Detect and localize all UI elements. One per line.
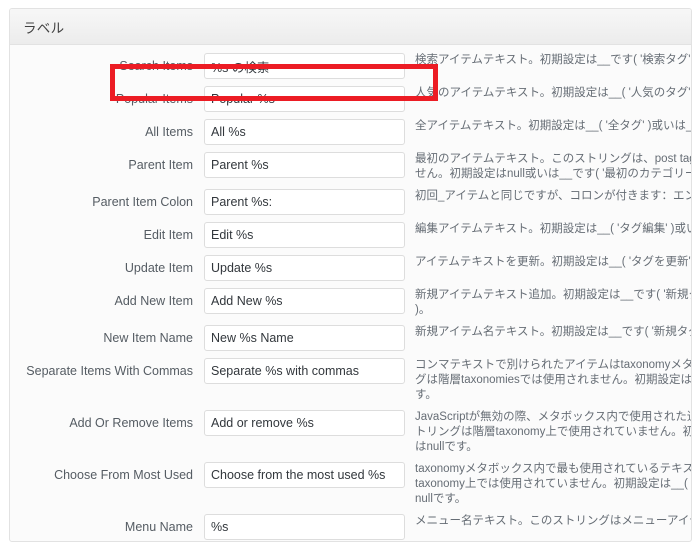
form-row: Menu Name メニュー名テキスト。このストリングはメニューアイテムのラベルと… xyxy=(10,514,691,540)
row-description: 最初のアイテムテキスト。このストリングは、post tag(投稿タグ)では使用さ… xyxy=(405,152,691,182)
description-line: 検索アイテムテキスト。初期設定は__です( '検索タグ' )。 xyxy=(415,54,691,66)
row-description: コンマテキストで別けられたアイテムはtaxonomyメタボックス内で使用。このス… xyxy=(405,358,691,403)
description-line: アイテムテキストを更新。初期設定は__( 'タグを更新' )或いは__です。 xyxy=(415,256,691,268)
row-description: JavaScriptが無効の際、メタボックス内で使用された追加や削除アイテム。こ… xyxy=(405,410,691,455)
row-label: Parent Item xyxy=(128,158,193,172)
row-field xyxy=(204,86,405,112)
label-text-input[interactable] xyxy=(204,410,405,436)
form-row: Search Items 検索アイテムテキスト。初期設定は__です( '検索タグ'… xyxy=(10,53,691,79)
description-line: せん。初期設定はnull或いは__です( '最初のカテゴリー' )。 xyxy=(415,168,691,180)
description-line: 最初のアイテムテキスト。このストリングは、post tag(投稿タグ)では使用さ… xyxy=(415,153,691,165)
description-line: す。 xyxy=(415,389,437,401)
row-label: New Item Name xyxy=(103,331,193,345)
panel-header: ラベル xyxy=(10,9,691,45)
label-text-input[interactable] xyxy=(204,462,405,488)
form-row: Parent Item 最初のアイテムテキスト。このストリングは、post tag… xyxy=(10,152,691,182)
description-line: メニュー名テキスト。このストリングはメニューアイテムのラベルとして使用されます。 xyxy=(415,515,691,527)
row-description: メニュー名テキスト。このストリングはメニューアイテムのラベルとして使用されます。 xyxy=(405,514,691,529)
row-label: Choose From Most Used xyxy=(54,468,193,482)
description-line: 新規アイテムテキスト追加。初期設定は__です( '新規タグを追加' )或いは__… xyxy=(415,289,691,301)
row-description: taxonomyメタボックス内で最も使用されているテキストから選択。このストリン… xyxy=(405,462,691,507)
row-field xyxy=(204,152,405,178)
row-field xyxy=(204,119,405,145)
label-text-input[interactable] xyxy=(204,255,405,281)
row-label: Separate Items With Commas xyxy=(26,364,193,378)
label-text-input[interactable] xyxy=(204,86,405,112)
label-text-input[interactable] xyxy=(204,288,405,314)
row-field xyxy=(204,53,405,79)
row-field xyxy=(204,358,405,384)
description-line: taxonomy上では使用されていません。初期設定は__( '最も使用されたもの… xyxy=(415,478,691,490)
row-description: 全アイテムテキスト。初期設定は__( '全タグ' )或いは__です。 xyxy=(405,119,691,134)
row-description: 初回_アイテムと同じですが、コロンが付きます：エントリー編集画面で使用。 xyxy=(405,189,691,204)
label-text-input[interactable] xyxy=(204,189,405,215)
row-field xyxy=(204,514,405,540)
row-field xyxy=(204,462,405,488)
form-row: Separate Items With Commas コンマテキストで別けられたア… xyxy=(10,358,691,403)
row-field xyxy=(204,288,405,314)
description-line: 新規アイテム名テキスト。初期設定は__です( '新規タグ名' )或いは__です。 xyxy=(415,326,691,338)
form-row: Choose From Most Used taxonomyメタボックス内で最も使… xyxy=(10,462,691,507)
labels-form: Search Items 検索アイテムテキスト。初期設定は__です( '検索タグ'… xyxy=(10,45,691,540)
row-label: Add Or Remove Items xyxy=(69,416,193,430)
description-line: nullです。 xyxy=(415,493,467,505)
form-row: New Item Name 新規アイテム名テキスト。初期設定は__です( '新規タ… xyxy=(10,325,691,351)
description-line: グは階層taxonomiesでは使用されません。初期設定は__( 'タグはコンマ… xyxy=(415,374,691,386)
row-description: 検索アイテムテキスト。初期設定は__です( '検索タグ' )。 xyxy=(405,53,691,68)
description-line: taxonomyメタボックス内で最も使用されているテキストから選択。このストリン… xyxy=(415,463,691,475)
form-row: Add Or Remove Items JavaScriptが無効の際、メタボック… xyxy=(10,410,691,455)
row-label: Menu Name xyxy=(124,520,193,534)
row-description: 新規アイテム名テキスト。初期設定は__です( '新規タグ名' )或いは__です。 xyxy=(405,325,691,340)
description-line: 初回_アイテムと同じですが、コロンが付きます：エントリー編集画面で使用。 xyxy=(415,190,691,202)
row-description: 新規アイテムテキスト追加。初期設定は__です( '新規タグを追加' )或いは__… xyxy=(405,288,691,318)
description-line: コンマテキストで別けられたアイテムはtaxonomyメタボックス内で使用。このス… xyxy=(415,359,691,371)
form-row: Update Item アイテムテキストを更新。初期設定は__( 'タグを更新' … xyxy=(10,255,691,281)
row-field xyxy=(204,325,405,351)
row-label: Popular Items xyxy=(115,92,193,106)
form-row: Parent Item Colon 初回_アイテムと同じですが、コロンが付きます：… xyxy=(10,189,691,215)
label-text-input[interactable] xyxy=(204,53,405,79)
description-line: 編集アイテムテキスト。初期設定は__( 'タグ編集' )或いは__です。 xyxy=(415,223,691,235)
description-line: )。 xyxy=(415,304,431,316)
form-row: Add New Item 新規アイテムテキスト追加。初期設定は__です( '新規タ… xyxy=(10,288,691,318)
label-text-input[interactable] xyxy=(204,514,405,540)
row-label: Add New Item xyxy=(114,294,193,308)
description-line: トリングは階層taxonomy上で使用されていません。初期設定は__です。或い xyxy=(415,426,691,438)
row-label: All Items xyxy=(145,125,193,139)
row-label: Edit Item xyxy=(143,228,193,242)
form-row: All Items 全アイテムテキスト。初期設定は__( '全タグ' )或いは__… xyxy=(10,119,691,145)
row-field xyxy=(204,189,405,215)
label-text-input[interactable] xyxy=(204,325,405,351)
label-text-input[interactable] xyxy=(204,152,405,178)
row-label: Update Item xyxy=(124,261,193,275)
form-row: Edit Item 編集アイテムテキスト。初期設定は__( 'タグ編集' )或いは… xyxy=(10,222,691,248)
row-description: 編集アイテムテキスト。初期設定は__( 'タグ編集' )或いは__です。 xyxy=(405,222,691,237)
label-text-input[interactable] xyxy=(204,119,405,145)
form-row: Popular Items 人気のアイテムテキスト。初期設定は__( '人気のタグ… xyxy=(10,86,691,112)
row-description: アイテムテキストを更新。初期設定は__( 'タグを更新' )或いは__です。 xyxy=(405,255,691,270)
row-description: 人気のアイテムテキスト。初期設定は__( '人気のタグ' )。 xyxy=(405,86,691,101)
row-field xyxy=(204,222,405,248)
row-label: Parent Item Colon xyxy=(92,195,193,209)
row-field xyxy=(204,255,405,281)
description-line: 人気のアイテムテキスト。初期設定は__( '人気のタグ' )。 xyxy=(415,87,691,99)
row-label: Search Items xyxy=(119,59,193,73)
row-field xyxy=(204,410,405,436)
label-text-input[interactable] xyxy=(204,358,405,384)
description-line: JavaScriptが無効の際、メタボックス内で使用された追加や削除アイテム。こ… xyxy=(415,411,691,423)
labels-panel: ラベル Search Items 検索アイテムテキスト。初期設定は__です( '検… xyxy=(9,8,692,542)
page-title: ラベル xyxy=(23,20,65,36)
description-line: 全アイテムテキスト。初期設定は__( '全タグ' )或いは__です。 xyxy=(415,120,691,132)
description-line: はnullです。 xyxy=(415,441,478,453)
label-text-input[interactable] xyxy=(204,222,405,248)
